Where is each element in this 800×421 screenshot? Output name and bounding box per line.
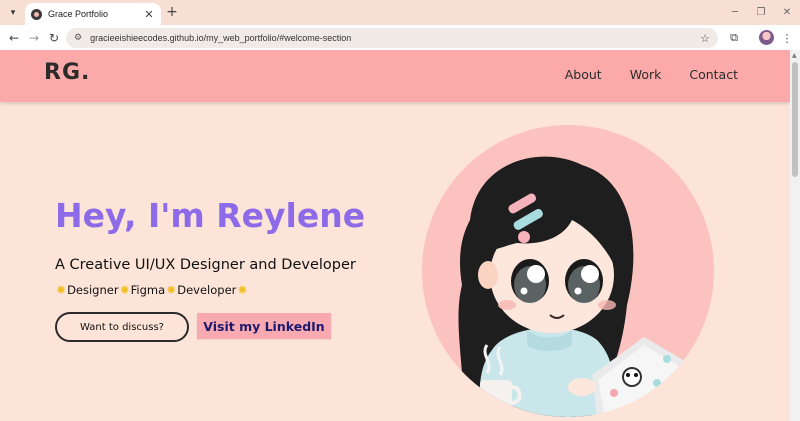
window-close-icon[interactable]: ✕ [774, 0, 800, 25]
scrollbar-thumb[interactable] [792, 62, 798, 177]
hero-title: Hey, I'm Reylene [55, 196, 366, 235]
restore-icon[interactable]: ❐ [748, 0, 774, 25]
skills-list: ✹ Designer ✹ Figma ✹ Developer ✹ [55, 283, 248, 297]
girl-with-laptop-illustration [458, 156, 692, 417]
tab-title: Grace Portfolio [48, 9, 109, 19]
tune-icon[interactable]: ⚙ [74, 33, 82, 43]
star-icon[interactable]: ☆ [700, 32, 710, 45]
browser-tab[interactable]: Grace Portfolio ✕ [25, 3, 161, 25]
sparkle-icon: ✹ [237, 283, 248, 297]
puzzle-icon[interactable]: ⧉ [726, 30, 742, 46]
plus-icon[interactable]: + [164, 4, 180, 20]
discuss-button[interactable]: Want to discuss? [55, 312, 189, 342]
forward-arrow-icon[interactable]: → [25, 29, 43, 47]
window-controls: ─ ❐ ✕ [722, 0, 800, 25]
linkedin-button[interactable]: Visit my LinkedIn [197, 313, 331, 339]
favicon-icon [31, 8, 42, 20]
sparkle-icon: ✹ [56, 283, 67, 297]
sparkle-icon: ✹ [166, 283, 177, 297]
hero-illustration [422, 125, 714, 417]
sparkle-icon: ✹ [119, 283, 130, 297]
minimize-icon[interactable]: ─ [722, 0, 748, 25]
chevron-down-icon[interactable]: ▾ [5, 5, 21, 21]
browser-toolbar: ← → ↻ ⚙ gracieeishieecodes.github.io/my_… [0, 25, 800, 50]
skill-developer: Developer [177, 283, 237, 297]
back-arrow-icon[interactable]: ← [5, 29, 23, 47]
skill-designer: Designer [67, 283, 119, 297]
hero-subtitle: A Creative UI/UX Designer and Developer [55, 257, 356, 273]
site-nav: About Work Contact [537, 67, 738, 82]
nav-contact[interactable]: Contact [689, 67, 738, 82]
browser-tabstrip: ▾ Grace Portfolio ✕ + ─ ❐ ✕ [0, 0, 800, 25]
kebab-menu-icon[interactable]: ⋮ [779, 30, 795, 46]
address-bar[interactable]: ⚙ gracieeishieecodes.github.io/my_web_po… [66, 28, 718, 48]
close-icon[interactable]: ✕ [143, 8, 155, 21]
site-header: RG. About Work Contact [0, 50, 790, 102]
nav-work[interactable]: Work [630, 67, 662, 82]
reload-icon[interactable]: ↻ [45, 29, 63, 47]
page-scrollbar[interactable]: ▲ [790, 50, 800, 421]
url-text[interactable]: gracieeishieecodes.github.io/my_web_port… [90, 33, 700, 43]
skill-figma: Figma [130, 283, 166, 297]
profile-avatar[interactable] [759, 30, 774, 45]
page-viewport: RG. About Work Contact Hey, I'm Reylene … [0, 50, 790, 421]
scroll-up-icon[interactable]: ▲ [792, 52, 797, 59]
nav-about[interactable]: About [565, 67, 602, 82]
site-logo[interactable]: RG. [44, 60, 90, 85]
